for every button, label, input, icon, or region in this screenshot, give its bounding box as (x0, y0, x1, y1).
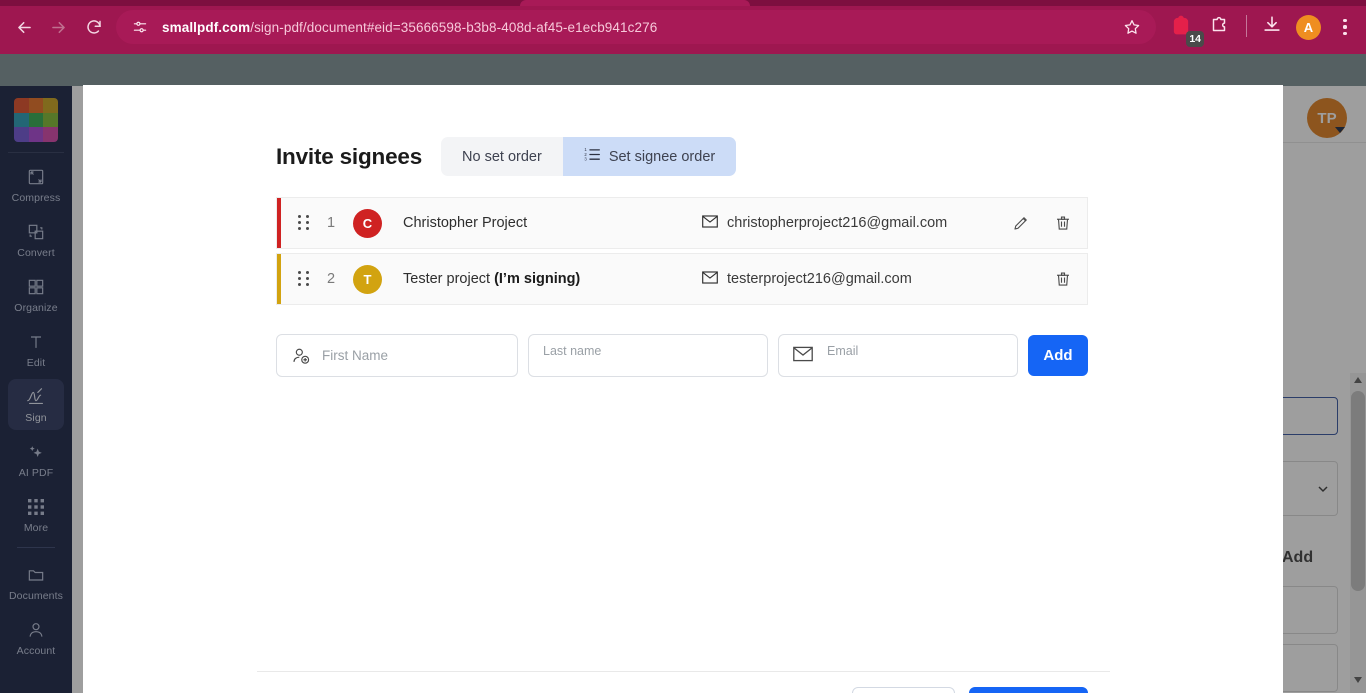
url-path: /sign-pdf/document#eid=35666598-b3b8-408… (250, 19, 658, 35)
email-placeholder: Email (827, 344, 859, 358)
last-name-placeholder: Last name (543, 344, 602, 358)
browser-tab[interactable] (520, 0, 750, 6)
modal-divider (257, 671, 1110, 672)
signee-name: Tester project (I’m signing) (403, 271, 580, 287)
tab-no-set-order[interactable]: No set order (441, 137, 563, 176)
signee-name-text: Christopher Project (403, 215, 528, 231)
last-name-field[interactable]: Last name (528, 334, 768, 377)
avatar: T (353, 264, 382, 294)
signee-order-number: 1 (327, 215, 336, 231)
avatar: C (353, 208, 382, 238)
first-name-placeholder: First Name (322, 348, 389, 363)
table-row[interactable]: 2 T Tester project (I’m signing) testerp… (276, 253, 1088, 305)
add-signee-form: First Name Last name Email Add (276, 334, 1088, 377)
person-add-icon (291, 346, 311, 366)
tab-label: Set signee order (608, 148, 716, 165)
signee-email: christopherproject216@gmail.com (702, 214, 948, 232)
drag-handle[interactable] (298, 215, 310, 231)
url-domain: smallpdf.com (162, 19, 251, 35)
numbered-list-icon: 1 2 3 (584, 147, 601, 166)
tab-set-signee-order[interactable]: 1 2 3 Set signee order (562, 137, 737, 176)
trash-icon[interactable] (1053, 213, 1073, 233)
signee-email: testerproject216@gmail.com (702, 270, 912, 288)
three-dot-menu-icon[interactable] (1334, 14, 1356, 40)
table-row[interactable]: 1 C Christopher Project christopherproje… (276, 197, 1088, 249)
signee-order-number: 2 (327, 271, 336, 287)
puzzle-piece-icon[interactable] (1208, 14, 1232, 38)
signee-order-toggle: No set order 1 2 3 Set signee order (441, 137, 737, 176)
modal-footer: Cancel Continue (83, 687, 1283, 693)
signee-email-text: testerproject216@gmail.com (727, 271, 912, 287)
url-text: smallpdf.com/sign-pdf/document#eid=35666… (162, 20, 657, 35)
extensions-icon[interactable]: 14 (1168, 12, 1204, 47)
profile-avatar[interactable]: A (1296, 15, 1321, 40)
envelope-icon (702, 270, 718, 288)
row-color-accent (277, 198, 281, 248)
toolbar-divider (1246, 15, 1247, 37)
envelope-icon (793, 346, 813, 366)
signee-email-text: christopherproject216@gmail.com (727, 215, 948, 231)
envelope-icon (702, 214, 718, 232)
page-body: Compress Convert Organize Edit Sign AI P… (0, 54, 1366, 693)
browser-chrome: smallpdf.com/sign-pdf/document#eid=35666… (0, 0, 1366, 54)
invite-signees-modal: Invite signees No set order 1 2 3 Set si… (83, 85, 1283, 693)
email-field[interactable]: Email (778, 334, 1018, 377)
forward-arrow-icon[interactable] (44, 13, 72, 41)
pencil-icon[interactable] (1011, 213, 1031, 233)
bookmark-star-icon[interactable] (1118, 13, 1146, 41)
continue-button[interactable]: Continue (969, 687, 1088, 693)
page-title: Invite signees (276, 143, 423, 169)
trash-icon[interactable] (1053, 269, 1073, 289)
signee-list: 1 C Christopher Project christopherproje… (276, 197, 1088, 305)
signee-name-text: Tester project (403, 271, 495, 287)
svg-text:3: 3 (584, 157, 587, 162)
cancel-button[interactable]: Cancel (851, 687, 955, 693)
modal-header: Invite signees No set order 1 2 3 Set si… (276, 137, 737, 176)
tab-strip (0, 0, 1366, 6)
signee-name-suffix: (I’m signing) (494, 271, 581, 287)
site-settings-icon[interactable] (130, 17, 150, 37)
tab-label: No set order (462, 148, 542, 165)
add-signee-button[interactable]: Add (1028, 335, 1088, 376)
signee-name: Christopher Project (403, 215, 527, 231)
extensions-badge: 14 (1186, 31, 1204, 47)
download-icon[interactable] (1261, 14, 1285, 38)
drag-handle[interactable] (298, 271, 310, 287)
row-actions (1011, 213, 1073, 233)
back-arrow-icon[interactable] (10, 13, 38, 41)
row-actions (1053, 269, 1073, 289)
row-color-accent (277, 254, 281, 304)
address-bar[interactable]: smallpdf.com/sign-pdf/document#eid=35666… (116, 10, 1156, 44)
first-name-field[interactable]: First Name (276, 334, 518, 377)
reload-icon[interactable] (80, 13, 108, 41)
